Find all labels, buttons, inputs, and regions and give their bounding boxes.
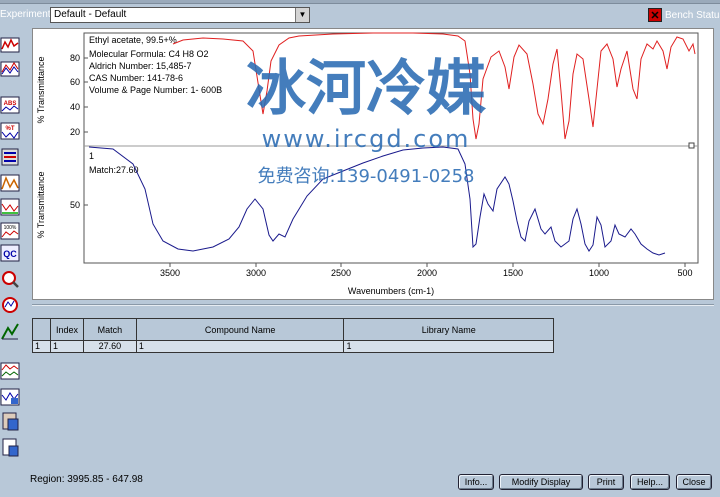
top-ytick-marks <box>84 57 88 133</box>
col-header-compound[interactable]: Compound Name <box>135 318 345 341</box>
pane-divider[interactable] <box>32 304 714 306</box>
row-match: 27.60 <box>82 340 137 353</box>
aldrich-number: Aldrich Number: 15,485-7 <box>89 61 192 71</box>
bottom-ytick: 50 <box>70 200 80 210</box>
region-label: Region: <box>30 474 65 485</box>
absorbance-icon[interactable]: ABS <box>0 94 20 116</box>
col-header-index[interactable]: Index <box>49 318 84 341</box>
row-library: 1 <box>343 340 554 353</box>
compound-info: Ethyl acetate, 99.5+% Molecular Formula:… <box>89 35 222 95</box>
col-header-match[interactable]: Match <box>82 318 137 341</box>
experiment-value: Default - Default <box>54 9 127 20</box>
x-tick: 3000 <box>246 268 266 278</box>
spectrum-tool-icon[interactable] <box>0 34 20 56</box>
left-toolbar: ABS %T 100% QC <box>0 30 22 470</box>
svg-text:%T: %T <box>6 126 15 132</box>
top-yticks: 80 60 40 20 <box>70 53 80 137</box>
title-strip <box>0 0 720 4</box>
volume-page: Volume & Page Number: 1- 600B <box>89 85 222 95</box>
x-ticks: 3500 3000 2500 2000 1500 1000 500 <box>160 268 693 278</box>
col-header-select[interactable] <box>32 318 51 341</box>
clipboard-copy-icon[interactable] <box>0 410 20 432</box>
report-icon[interactable] <box>0 436 20 458</box>
row-number: 1 <box>32 340 51 353</box>
compound-name: Ethyl acetate, 99.5+% <box>89 35 177 45</box>
top-ytick: 20 <box>70 127 80 137</box>
find-peaks-icon[interactable] <box>0 294 20 316</box>
table-row[interactable]: 1 1 27.60 1 1 <box>32 340 554 353</box>
compare-spectra-icon[interactable] <box>0 386 20 408</box>
cas-number: CAS Number: 141-78-6 <box>89 73 183 83</box>
row-compound: 1 <box>135 340 345 353</box>
multi-spectra-icon[interactable] <box>0 360 20 382</box>
match-value: Match:27.60 <box>89 165 139 175</box>
watermark-title: 冰河冷媒 <box>246 54 487 124</box>
baseline-icon[interactable] <box>0 196 20 218</box>
region-readout: Region: 3995.85 - 647.98 <box>30 474 143 485</box>
x-tick-marks <box>169 263 686 267</box>
help-button[interactable]: Help... <box>630 474 670 490</box>
experiment-label: Experiment: <box>0 9 54 20</box>
watermark-url: www.ircgd.com <box>262 125 471 153</box>
results-table: Index Match Compound Name Library Name 1… <box>32 318 554 353</box>
peak-pick-icon[interactable] <box>0 172 20 194</box>
svg-text:100%: 100% <box>4 225 17 231</box>
x-tick: 1000 <box>589 268 609 278</box>
overlay-spectra-icon[interactable] <box>0 58 20 80</box>
library-search-icon[interactable] <box>0 146 20 168</box>
col-header-library[interactable]: Library Name <box>343 318 554 341</box>
x-tick: 2500 <box>331 268 351 278</box>
transmittance-icon[interactable]: %T <box>0 120 20 142</box>
row-index: 1 <box>49 340 84 353</box>
info-button[interactable]: Info... <box>458 474 494 490</box>
top-ylabel: % Transmittance <box>36 56 46 123</box>
percent-scale-icon[interactable]: 100% <box>0 220 20 242</box>
table-header-row: Index Match Compound Name Library Name <box>32 318 554 341</box>
close-x-icon[interactable]: ✕ <box>648 8 662 22</box>
bottom-ylabel: % Transmittance <box>36 171 46 238</box>
watermark-phone: 免费咨询:139-0491-0258 <box>257 166 474 187</box>
close-button[interactable]: Close <box>676 474 712 490</box>
spectrum-plot[interactable]: % Transmittance % Transmittance 80 60 40… <box>33 29 713 299</box>
print-button[interactable]: Print <box>588 474 624 490</box>
watermark: 冰河冷媒 www.ircgd.com 免费咨询:139-0491-0258 <box>246 54 487 187</box>
scale-tool-icon[interactable] <box>0 320 20 342</box>
experiment-select[interactable]: Default - Default ▼ <box>50 7 310 23</box>
x-axis-label: Wavenumbers (cm-1) <box>348 286 434 296</box>
bottom-index: 1 <box>89 151 94 161</box>
sample-spectrum-line <box>88 146 666 256</box>
top-ytick: 80 <box>70 53 80 63</box>
qc-check-icon[interactable]: QC <box>0 242 20 264</box>
bench-status-label: Bench Status <box>665 9 720 21</box>
top-ytick: 40 <box>70 102 80 112</box>
experiment-bar: Experiment: Default - Default ▼ ✕ Bench … <box>0 0 720 30</box>
bench-status[interactable]: ✕ Bench Status <box>648 7 720 23</box>
split-handle[interactable] <box>688 142 695 149</box>
x-tick: 500 <box>677 268 692 278</box>
x-tick: 1500 <box>503 268 523 278</box>
zoom-search-icon[interactable] <box>0 268 20 290</box>
top-ytick: 60 <box>70 77 80 87</box>
chevron-down-icon[interactable]: ▼ <box>295 8 309 22</box>
spectrum-display[interactable]: % Transmittance % Transmittance 80 60 40… <box>32 28 714 300</box>
region-value: 3995.85 - 647.98 <box>67 474 143 485</box>
molecular-formula: Molecular Formula: C4 H8 O2 <box>89 49 209 59</box>
svg-text:QC: QC <box>3 249 17 259</box>
modify-display-button[interactable]: Modify Display <box>499 474 583 490</box>
x-tick: 3500 <box>160 268 180 278</box>
x-tick: 2000 <box>417 268 437 278</box>
